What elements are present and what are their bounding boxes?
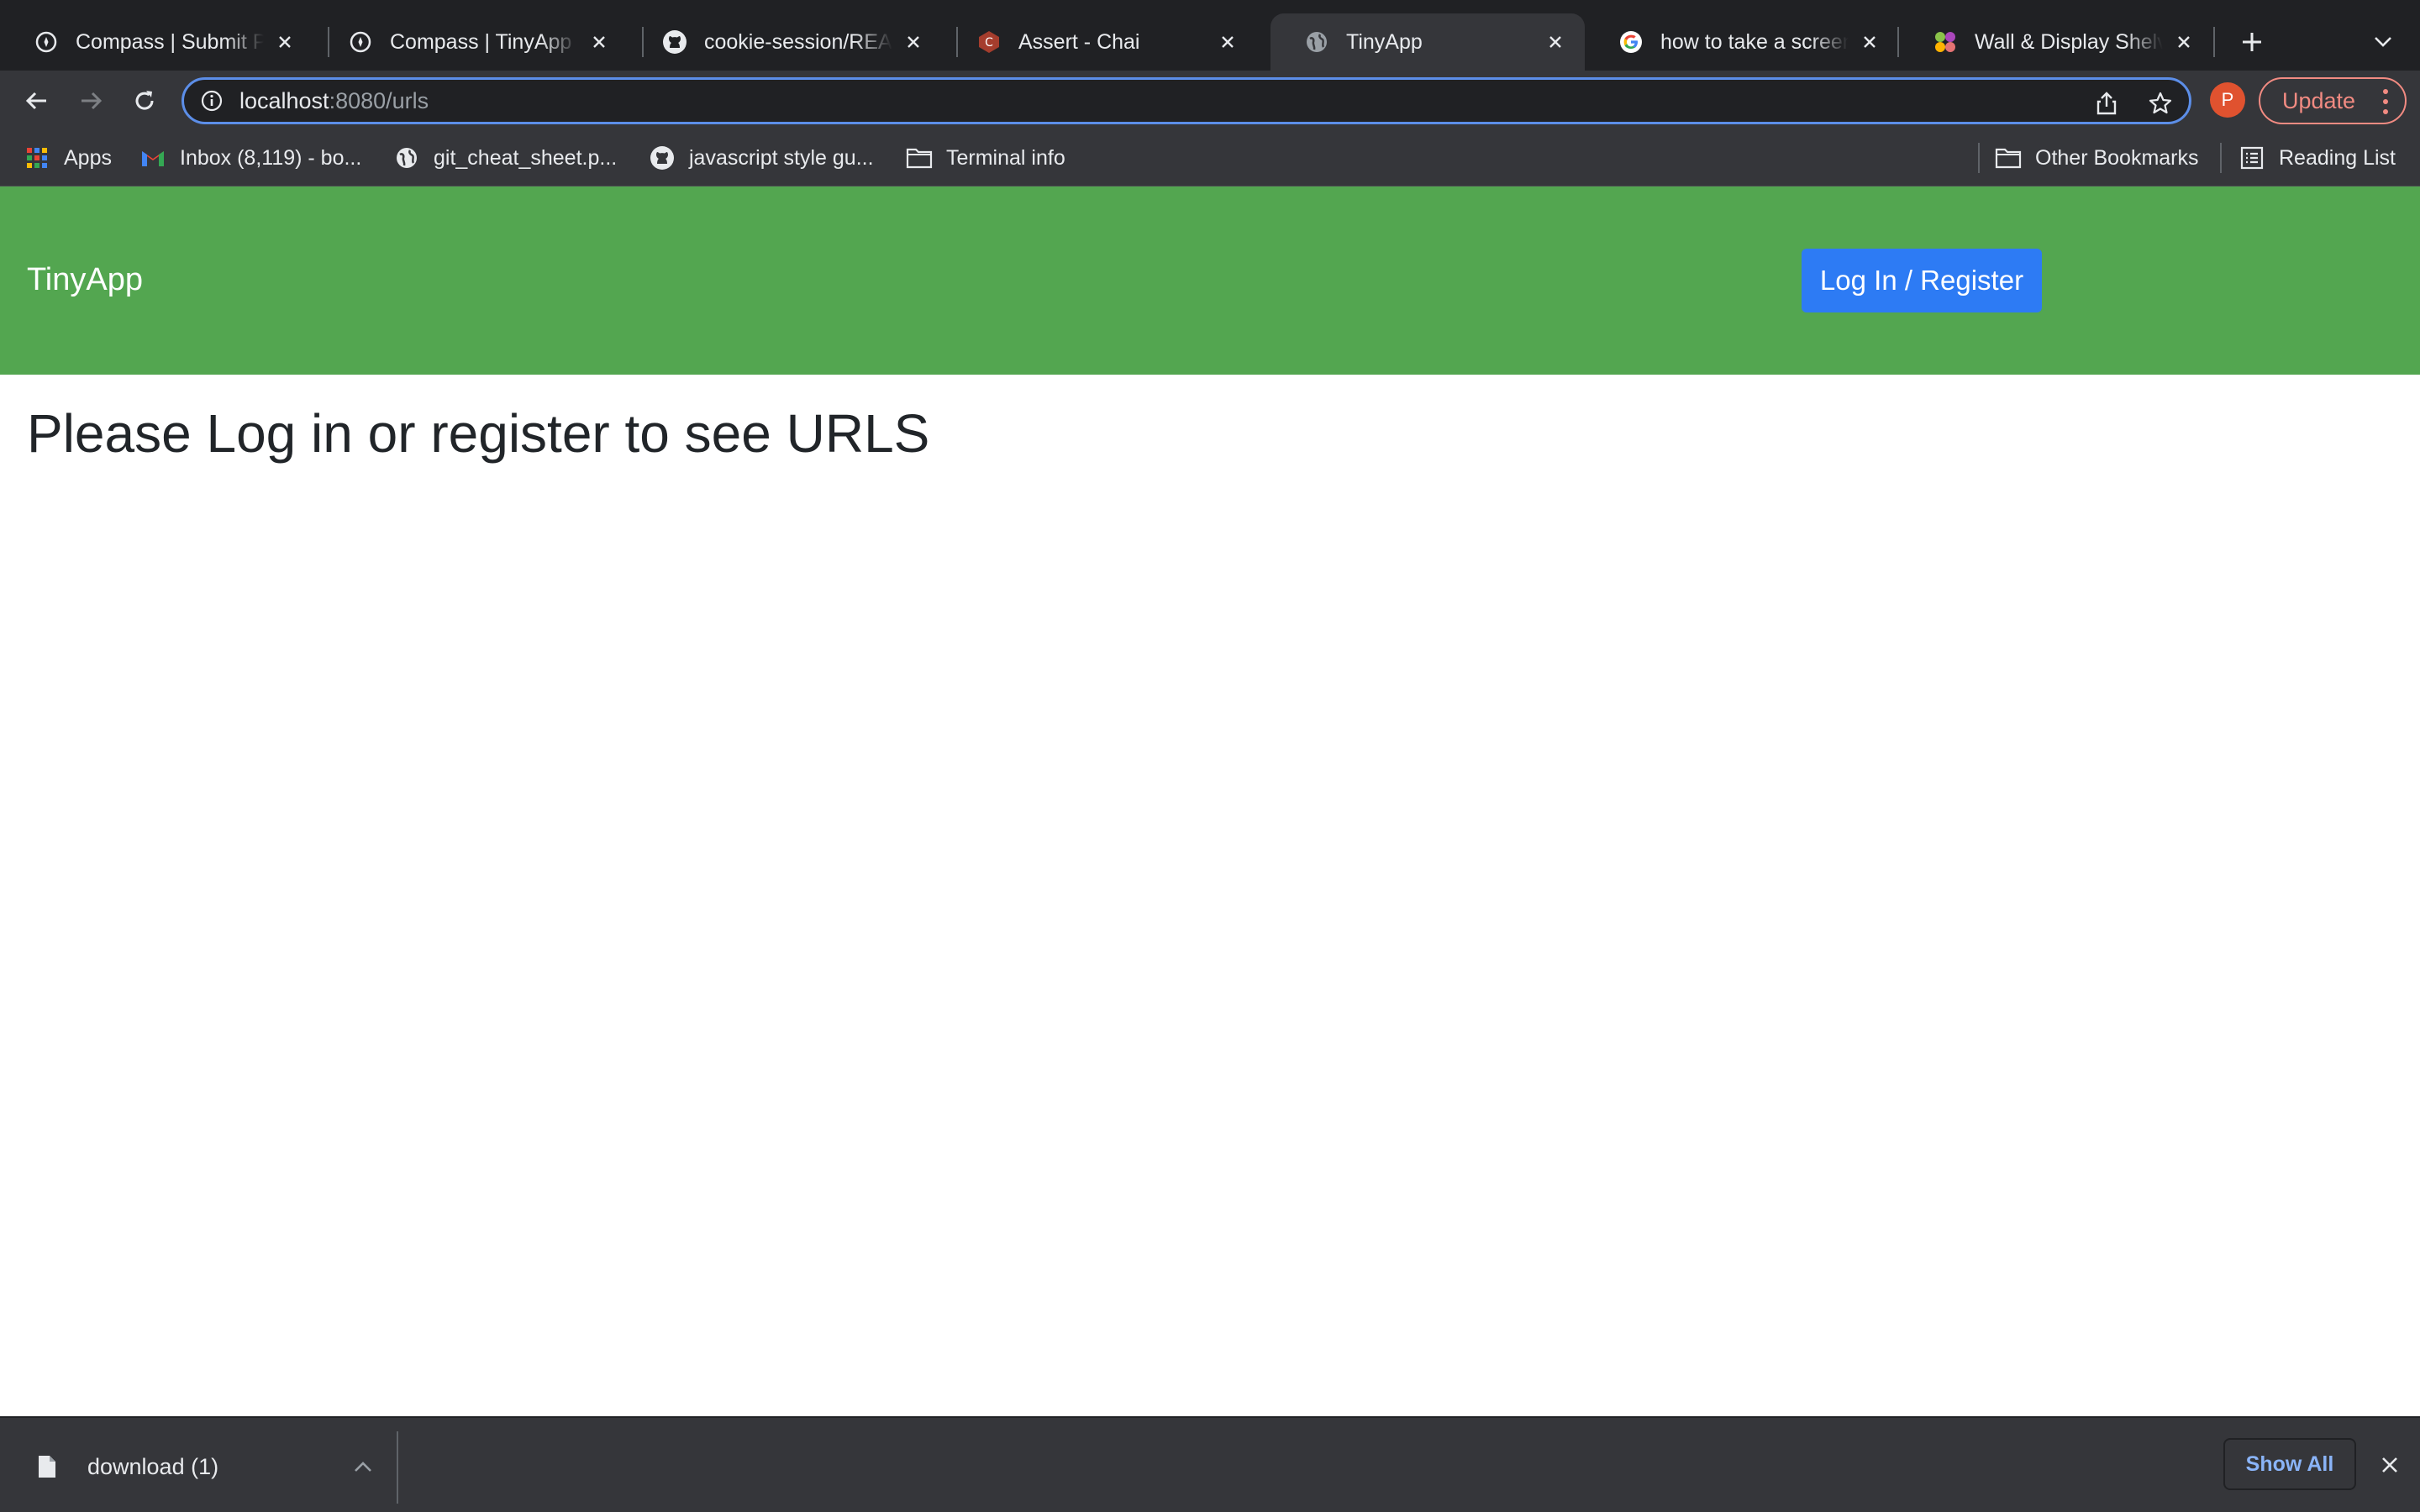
login-register-button[interactable]: Log In / Register [1802,249,2042,312]
compass-icon [348,29,373,55]
bookmark-js-style-guide[interactable]: javascript style gu... [649,141,874,175]
shop-icon [1933,29,1958,55]
tab-search-button[interactable] [2366,25,2400,59]
tab-assert-chai[interactable]: C Assert - Chai [943,13,1257,71]
close-icon[interactable] [1543,29,1568,55]
globe-icon [393,144,420,171]
app-navbar: TinyApp Log In / Register [0,186,2420,375]
url-text: localhost:8080/urls [239,88,429,114]
url-path: :8080/urls [329,87,429,113]
close-icon[interactable] [2171,29,2196,55]
more-vert-icon [2381,89,2390,114]
globe-icon [1304,29,1329,55]
shelf-separator [397,1431,398,1504]
bookmarks-separator [2220,143,2222,173]
bookmark-label: Terminal info [946,145,1065,170]
back-button[interactable] [18,82,55,119]
tab-compass-submit[interactable]: Compass | Submit Pro [0,13,314,71]
download-shelf: download (1) Show All [0,1416,2420,1512]
tab-compass-tinyapp[interactable]: Compass | TinyApp [314,13,629,71]
bookmark-label: Apps [64,145,112,170]
file-icon [34,1450,60,1483]
close-icon[interactable] [901,29,926,55]
tab-separator [2213,27,2215,57]
download-item[interactable]: download (1) [34,1443,378,1490]
share-icon[interactable] [2091,88,2122,118]
tab-title: Assert - Chai [1018,29,1140,54]
browser-window: Compass | Submit Pro Compass | TinyApp c… [0,0,2420,1512]
tab-title: how to take a screenshot [1660,29,1849,54]
bookmark-terminal-info[interactable]: Terminal info [906,141,1065,175]
bookmarks-bar: Apps Inbox (8,119) - bo... git_cheat_she… [0,129,2420,186]
show-all-button[interactable]: Show All [2223,1438,2356,1490]
download-filename: download (1) [87,1453,219,1479]
reading-list-icon [2238,144,2265,171]
arrow-right-icon [82,92,103,110]
update-label: Update [2282,87,2356,113]
page-heading: Please Log in or register to see URLS [27,403,930,464]
address-bar[interactable]: localhost:8080/urls [182,77,2191,124]
reload-button[interactable] [126,82,163,119]
tab-screenshot-search[interactable]: how to take a screenshot [1585,13,1899,71]
url-host: localhost [239,87,329,113]
gmail-icon [139,144,166,171]
google-icon [1618,29,1644,55]
bookmark-apps[interactable]: Apps [24,141,112,175]
tab-strip: Compass | Submit Pro Compass | TinyApp c… [0,0,2420,71]
tab-title: Wall & Display Shelves [1975,29,2163,54]
close-icon[interactable] [1857,29,1882,55]
github-icon [649,144,676,171]
bookmark-inbox[interactable]: Inbox (8,119) - bo... [139,141,361,175]
reload-icon [135,91,154,110]
reading-list-button[interactable]: Reading List [2238,141,2396,175]
close-icon[interactable] [1215,29,1240,55]
bookmark-other-bookmarks[interactable]: Other Bookmarks [1995,141,2199,175]
tab-cookie-session[interactable]: cookie-session/README [629,13,943,71]
bookmark-label: Other Bookmarks [2035,145,2199,170]
apps-grid-icon [24,144,50,171]
bookmark-label: git_cheat_sheet.p... [434,145,618,170]
compass-icon [34,29,59,55]
tab-tinyapp[interactable]: TinyApp [1270,13,1585,71]
page-viewport: TinyApp Log In / Register Please Log in … [0,186,2420,1416]
app-brand[interactable]: TinyApp [27,260,143,299]
tab-title: TinyApp [1346,29,1423,54]
update-button[interactable]: Update [2259,77,2407,124]
close-icon[interactable] [587,29,612,55]
bookmark-label: Reading List [2279,145,2396,170]
plus-icon [2243,33,2261,51]
bookmarks-separator [1978,143,1980,173]
svg-text:C: C [985,36,993,50]
tab-title: Compass | Submit Pro [76,29,264,54]
new-tab-button[interactable] [2232,22,2272,62]
chai-icon: C [976,29,1002,55]
bookmark-label: javascript style gu... [689,145,874,170]
github-icon [662,29,687,55]
chevron-up-icon[interactable] [348,1452,378,1482]
close-icon[interactable] [272,29,297,55]
chevron-down-icon [2375,37,2391,47]
profile-avatar[interactable]: P [2210,82,2245,118]
tab-title: Compass | TinyApp [390,29,572,54]
forward-button[interactable] [72,82,109,119]
folder-icon [906,144,933,171]
tab-wall-shelves[interactable]: Wall & Display Shelves [1899,13,2213,71]
tab-title: cookie-session/README [704,29,892,54]
info-icon[interactable] [199,88,224,113]
bookmark-star-icon[interactable] [2145,88,2175,118]
bookmark-label: Inbox (8,119) - bo... [180,145,362,170]
bookmark-git-cheat-sheet[interactable]: git_cheat_sheet.p... [393,141,617,175]
folder-icon [1995,144,2022,171]
close-icon[interactable] [2375,1450,2405,1480]
arrow-left-icon [25,92,46,110]
